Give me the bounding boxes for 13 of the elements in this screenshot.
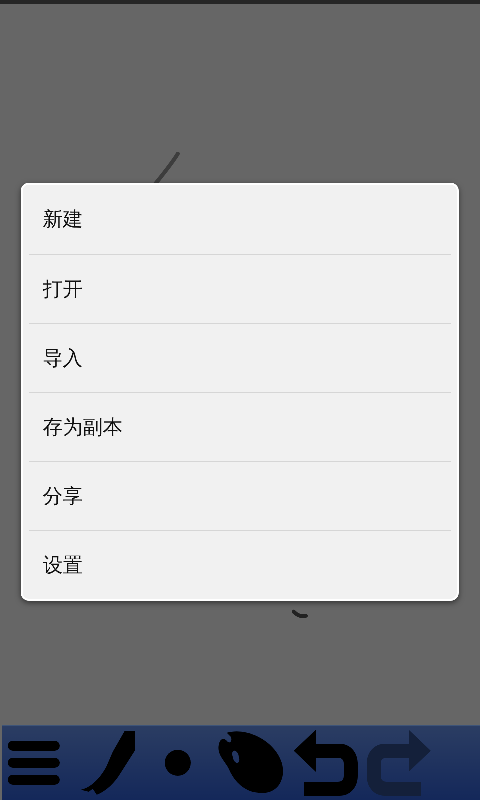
menu-item[interactable]: 设置 [29, 530, 451, 599]
menu-item[interactable]: 导入 [29, 323, 451, 392]
tool-button[interactable] [217, 730, 285, 796]
menu-item[interactable]: 新建 [29, 185, 451, 254]
tool-button[interactable] [294, 730, 358, 796]
menu-item[interactable]: 分享 [29, 461, 451, 530]
undo-icon [294, 730, 358, 796]
brush-stroke [292, 608, 308, 620]
palette-icon [217, 731, 285, 795]
menu-icon [8, 740, 62, 786]
redo-icon [367, 730, 431, 796]
menu-item[interactable]: 存为副本 [29, 392, 451, 461]
menu-item[interactable]: 打开 [29, 254, 451, 323]
